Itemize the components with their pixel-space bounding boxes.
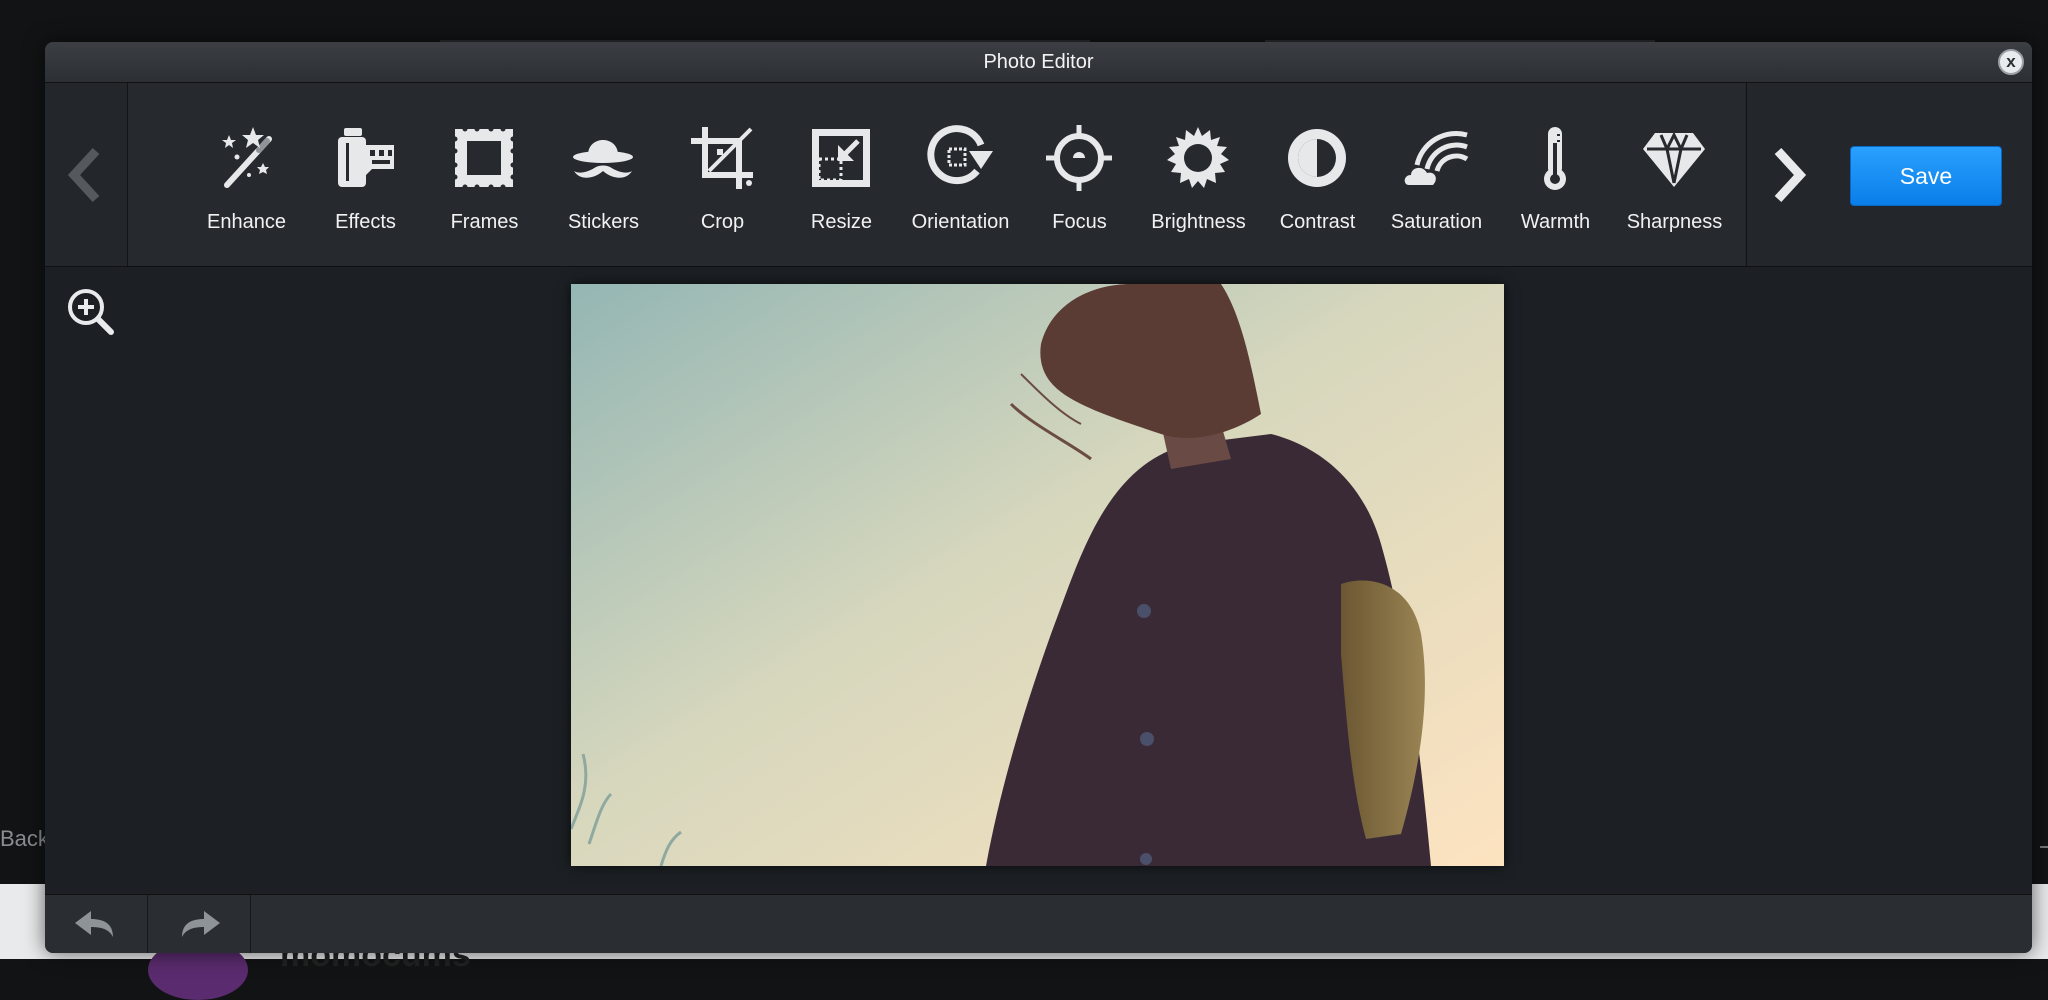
tool-label: Sharpness — [1626, 211, 1723, 233]
tool-crop[interactable]: Crop — [663, 83, 782, 266]
chevron-left-icon — [67, 147, 100, 202]
redo-icon — [182, 910, 220, 937]
previous-tools-button[interactable] — [45, 83, 128, 266]
rainbow-cloud-icon — [1404, 130, 1469, 185]
photo-editor-modal: Photo Editor x Enhance Effects Frames St… — [45, 42, 2032, 953]
tool-stickers[interactable]: Stickers — [544, 83, 663, 266]
save-button[interactable]: Save — [1850, 146, 2002, 206]
tool-list: Enhance Effects Frames Stickers Crop Res… — [128, 83, 1745, 266]
tool-resize[interactable]: Resize — [782, 83, 901, 266]
tool-effects[interactable]: Effects — [306, 83, 425, 266]
magic-wand-icon — [222, 127, 272, 188]
tool-frames[interactable]: Frames — [425, 83, 544, 266]
close-button[interactable]: x — [1998, 49, 2024, 75]
window-title: Photo Editor — [983, 51, 1094, 73]
background-edge-mark — [2040, 846, 2048, 848]
film-roll-icon — [338, 128, 394, 187]
chevron-right-icon — [1774, 147, 1807, 202]
sun-icon — [1167, 127, 1229, 188]
tool-enhance[interactable]: Enhance — [187, 83, 306, 266]
zoom-in-icon[interactable] — [65, 286, 117, 338]
thermometer-icon — [1544, 127, 1566, 190]
crop-icon — [691, 127, 753, 189]
tool-saturation[interactable]: Saturation — [1377, 83, 1496, 266]
hat-mustache-icon — [573, 140, 633, 178]
focus-target-icon — [1046, 125, 1112, 191]
resize-icon — [812, 129, 870, 187]
tool-brightness[interactable]: Brightness — [1139, 83, 1258, 266]
tool-bar: Enhance Effects Frames Stickers Crop Res… — [45, 83, 2032, 267]
tool-orientation[interactable]: Orientation — [901, 83, 1020, 266]
editor-canvas — [45, 267, 2032, 894]
tool-sharpness[interactable]: Sharpness — [1615, 83, 1734, 266]
tool-contrast[interactable]: Contrast — [1258, 83, 1377, 266]
diamond-icon — [1643, 131, 1705, 187]
frame-icon — [452, 126, 516, 190]
redo-button[interactable] — [148, 895, 251, 953]
contrast-icon — [1288, 129, 1346, 187]
tool-warmth[interactable]: Warmth — [1496, 83, 1615, 266]
save-area: Save — [1829, 83, 2032, 266]
photo-preview — [571, 284, 1504, 866]
next-tools-button[interactable] — [1746, 83, 1830, 266]
rotate-icon — [927, 125, 993, 185]
history-bar — [45, 894, 2032, 953]
tool-focus[interactable]: Focus — [1020, 83, 1139, 266]
title-bar: Photo Editor x — [45, 42, 2032, 83]
back-link[interactable]: Back — [0, 826, 49, 852]
undo-button[interactable] — [45, 895, 148, 953]
undo-icon — [75, 910, 113, 937]
